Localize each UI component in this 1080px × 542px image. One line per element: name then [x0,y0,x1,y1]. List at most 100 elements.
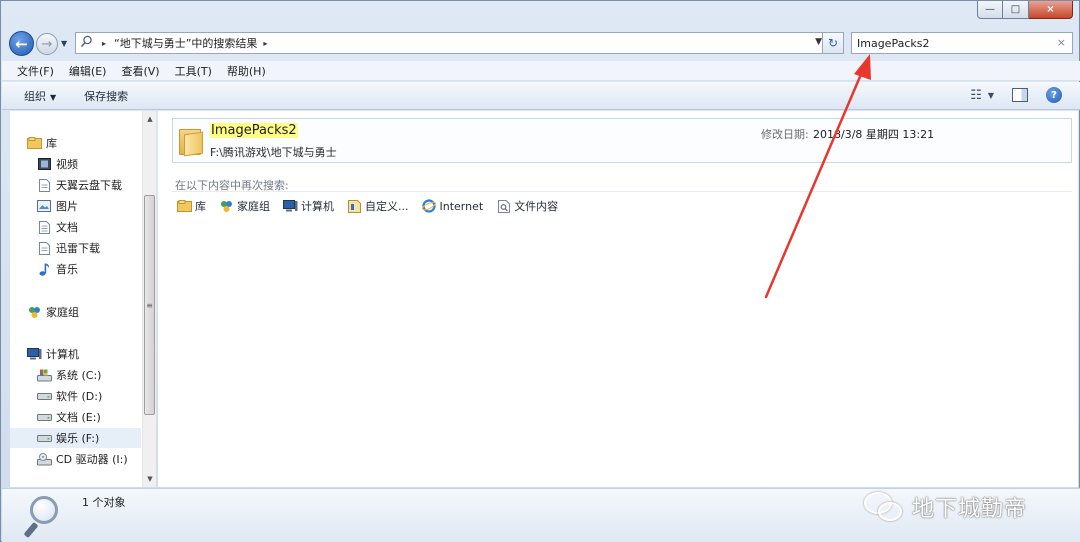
homegroup-icon [26,305,42,319]
system-drive-icon [36,368,52,382]
address-dropdown-button[interactable]: ▼ [815,37,822,47]
file-contents-icon [496,199,511,213]
search-again-custom-label: 自定义... [365,200,409,213]
result-name[interactable]: ImagePacks2 [210,123,298,138]
organize-label: 组织 [24,89,46,103]
search-again-libraries[interactable]: 库 [177,198,206,214]
nav-drive-i-label: CD 驱动器 (I:) [56,453,128,466]
recent-pages-dropdown[interactable]: ▼ [61,39,67,48]
nav-homegroup[interactable]: 家庭组 [26,302,79,322]
drive-icon [36,410,52,424]
search-again-libraries-label: 库 [195,200,206,213]
result-date-label: 修改日期: [761,128,809,141]
back-button[interactable]: ← [9,31,34,56]
nav-drive-c[interactable]: 系统 (C:) [36,365,101,385]
command-bar-right: ☷ ▼ ? [970,87,1062,103]
watermark: 地下城勤帝 [864,487,1027,527]
search-again-computer[interactable]: 计算机 [283,198,334,214]
search-input[interactable]: ImagePacks2 × [851,32,1073,54]
help-icon[interactable]: ? [1046,87,1062,103]
command-bar: 组织 ▼ 保存搜索 ☷ ▼ ? [2,82,1080,110]
menu-file[interactable]: 文件(F) [17,63,54,79]
view-options-dropdown[interactable]: ▼ [988,91,994,100]
nav-videos[interactable]: 视频 [36,154,78,174]
menu-bar: 文件(F) 编辑(E) 查看(V) 工具(T) 帮助(H) [2,61,1080,81]
search-again-homegroup[interactable]: 家庭组 [219,198,270,214]
document-icon [36,220,52,234]
change-view-button[interactable]: ☷ [970,88,982,103]
wechat-logo-icon [864,490,906,524]
address-bar[interactable]: ▸ “地下城与勇士”中的搜索结果 ▸ ▼ [75,32,827,54]
breadcrumb-separator[interactable]: ▸ [102,39,106,48]
internet-explorer-icon [422,199,437,213]
video-icon [36,157,52,171]
search-again-custom[interactable]: 自定义... [347,198,409,214]
explorer-window: — □ × ← → ▼ ▸ “地下城与勇士”中的搜索结果 ▸ ▼ ↻ Image… [0,0,1080,542]
divider [172,191,1072,192]
search-result-item[interactable]: ImagePacks2 F:\腾讯游戏\地下城与勇士 修改日期: 2018/3/… [172,118,1072,163]
navigation-pane: 库 视频 天翼云盘下载 图片 文档 迅雷下载 音乐 家庭组 计算机 系统 (C:… [10,111,156,487]
save-search-button[interactable]: 保存搜索 [84,88,128,104]
picture-icon [36,199,52,213]
magnifier-icon [23,494,68,539]
preview-pane-icon[interactable] [1012,88,1028,102]
nav-libraries-label: 库 [46,137,57,150]
homegroup-icon [219,200,234,213]
music-note-icon [36,262,52,276]
nav-libraries[interactable]: 库 [26,133,57,153]
menu-tools[interactable]: 工具(T) [175,63,212,79]
folder-icon [179,127,203,157]
result-path: F:\腾讯游戏\地下城与勇士 [210,146,337,159]
result-date-value: 2018/3/8 星期四 13:21 [813,128,935,141]
close-button[interactable]: × [1029,1,1073,19]
results-pane: ImagePacks2 F:\腾讯游戏\地下城与勇士 修改日期: 2018/3/… [158,111,1078,487]
menu-help[interactable]: 帮助(H) [227,63,266,79]
clear-search-button[interactable]: × [1057,36,1066,49]
nav-xunlei-download-label: 迅雷下载 [56,242,100,255]
watermark-text: 地下城勤帝 [912,497,1028,522]
library-icon [177,200,192,213]
nav-music-label: 音乐 [56,263,78,276]
search-again-internet-label: Internet [439,199,484,213]
scroll-up-button[interactable]: ▲ [143,111,157,127]
minimize-button[interactable]: — [977,1,1003,19]
forward-button[interactable]: → [36,33,58,55]
computer-icon [283,199,298,213]
scroll-thumb[interactable]: ≡ [144,195,155,415]
organize-button[interactable]: 组织 ▼ [24,88,56,104]
search-input-value[interactable]: ImagePacks2 [857,37,929,50]
menu-view[interactable]: 查看(V) [121,63,159,79]
nav-xunlei-download[interactable]: 迅雷下载 [36,238,100,258]
nav-drive-i[interactable]: CD 驱动器 (I:) [36,449,128,469]
nav-pictures[interactable]: 图片 [36,196,78,216]
nav-drive-d[interactable]: 软件 (D:) [36,386,102,406]
refresh-button[interactable]: ↻ [822,32,844,54]
breadcrumb-separator[interactable]: ▸ [263,39,267,48]
scroll-down-button[interactable]: ▼ [143,471,157,487]
nav-tianyi-download[interactable]: 天翼云盘下载 [36,175,122,195]
nav-drive-f[interactable]: 娱乐 (F:) [10,428,141,448]
menu-edit[interactable]: 编辑(E) [69,63,107,79]
nav-scrollbar[interactable]: ▲ ≡ ▼ [142,111,156,487]
nav-computer[interactable]: 计算机 [26,344,79,364]
nav-music[interactable]: 音乐 [36,259,78,279]
nav-drive-d-label: 软件 (D:) [56,390,103,403]
document-icon [36,241,52,255]
drive-icon [36,431,52,445]
search-again-file-contents[interactable]: 文件内容 [496,198,558,214]
nav-pictures-label: 图片 [56,200,78,213]
search-again-options: 库 家庭组 计算机 自定义... Internet 文件内容 [177,197,571,215]
search-again-computer-label: 计算机 [301,200,334,213]
maximize-button[interactable]: □ [1003,1,1029,19]
nav-drive-e-label: 文档 (E:) [56,411,101,424]
computer-icon [26,347,42,361]
view-list-icon: ☷ [970,87,982,103]
search-again-file-contents-label: 文件内容 [514,200,559,213]
status-bar: 1 个对象 地下城勤帝 [2,488,1080,542]
nav-drive-e[interactable]: 文档 (E:) [36,407,101,427]
nav-documents[interactable]: 文档 [36,217,78,237]
breadcrumb[interactable]: “地下城与勇士”中的搜索结果 [114,35,257,51]
caption-buttons: — □ × [977,1,1073,19]
nav-drive-c-label: 系统 (C:) [56,369,102,382]
search-again-internet[interactable]: Internet [422,199,484,213]
